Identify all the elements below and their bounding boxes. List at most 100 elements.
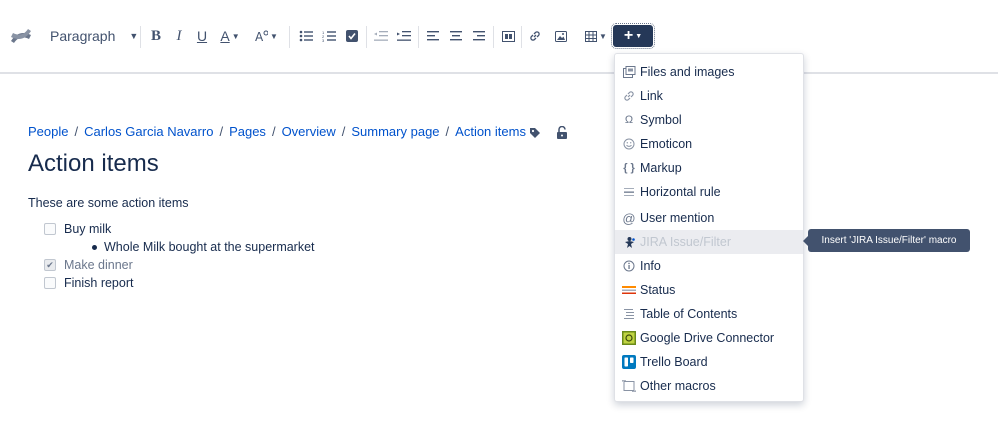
text-color-label: A (220, 28, 230, 44)
task-label: Finish report (64, 276, 134, 290)
align-center-button[interactable] (447, 24, 465, 48)
task-item[interactable]: ✔ Make dinner (44, 258, 133, 272)
bold-button[interactable]: B (147, 24, 165, 48)
align-center-icon (450, 31, 462, 41)
breadcrumb-link-current[interactable]: Action items (455, 124, 526, 139)
task-list-button[interactable] (343, 24, 361, 48)
align-left-button[interactable] (424, 24, 442, 48)
omega-icon: Ω (624, 114, 634, 126)
menu-item-google-drive-connector[interactable]: Google Drive Connector (615, 326, 803, 350)
bullet-dot (92, 244, 97, 250)
smiley-icon (622, 137, 636, 151)
paragraph-style-label: Paragraph (50, 28, 116, 44)
indent-icon (397, 31, 411, 41)
task-item[interactable]: Buy milk (44, 222, 111, 236)
intro-paragraph: These are some action items (28, 196, 189, 210)
plus-icon: + (623, 27, 634, 44)
menu-item-markup[interactable]: { } Markup (615, 156, 803, 180)
toolbar-divider (140, 26, 141, 48)
svg-text:A: A (255, 30, 264, 43)
tooltip: Insert 'JIRA Issue/Filter' macro (803, 229, 970, 252)
insert-more-button[interactable]: + ▼ (611, 23, 655, 49)
toolbar-divider (289, 26, 290, 48)
outdent-icon (374, 31, 388, 41)
toolbar-divider (418, 26, 419, 48)
breadcrumb-link-user[interactable]: Carlos Garcia Navarro (84, 124, 213, 139)
numbered-list-button[interactable]: 123 (320, 24, 338, 48)
breadcrumb: People / Carlos Garcia Navarro / Pages / Ov… (28, 124, 526, 139)
page-layout-button[interactable] (499, 24, 517, 48)
breadcrumb-link-pages[interactable]: Pages (229, 124, 266, 139)
svg-text:3: 3 (322, 38, 325, 42)
breadcrumb-link-summary[interactable]: Summary page (351, 124, 439, 139)
task-label: Buy milk (64, 222, 112, 236)
chevron-down-icon: ▼ (129, 31, 139, 41)
menu-item-files-and-images[interactable]: Files and images (615, 60, 803, 84)
breadcrumb-link-overview[interactable]: Overview (282, 124, 336, 139)
menu-item-horizontal-rule[interactable]: Horizontal rule (615, 180, 803, 204)
checkbox-icon (346, 30, 358, 42)
task-item[interactable]: Finish report (44, 276, 133, 290)
bullet-list-icon (299, 30, 313, 42)
text-format-icon: A (255, 30, 269, 43)
align-left-icon (427, 31, 439, 41)
confluence-logo-icon[interactable] (8, 24, 34, 48)
page-title: Action items (28, 150, 159, 177)
status-icon (622, 283, 636, 297)
italic-button[interactable]: I (170, 24, 188, 48)
insert-table-dropdown[interactable]: ▼ (583, 24, 609, 48)
trello-icon (622, 355, 636, 369)
jira-icon (622, 235, 636, 249)
indent-button[interactable] (395, 24, 413, 48)
insert-image-button[interactable] (552, 24, 570, 48)
chevron-down-icon: ▼ (270, 31, 278, 41)
link-icon (622, 89, 636, 103)
menu-item-status[interactable]: Status (615, 278, 803, 302)
insert-link-button[interactable] (526, 24, 544, 48)
menu-item-user-mention[interactable]: @ User mention (615, 206, 803, 230)
menu-item-table-of-contents[interactable]: Table of Contents (615, 302, 803, 326)
breadcrumb-link-people[interactable]: People (28, 124, 68, 139)
underline-button[interactable]: U (193, 24, 211, 48)
align-right-button[interactable] (470, 24, 488, 48)
paragraph-style-dropdown[interactable]: Paragraph ▼ (42, 24, 138, 48)
task-checkbox[interactable] (44, 277, 56, 289)
label-tag-icon[interactable] (527, 121, 543, 145)
image-icon (555, 30, 567, 42)
text-color-button[interactable]: A ▼ (216, 24, 244, 48)
bullet-text: Whole Milk bought at the supermarket (104, 240, 315, 254)
unlock-icon[interactable] (554, 121, 570, 145)
table-icon (585, 30, 598, 42)
google-drive-icon (622, 331, 636, 345)
menu-item-emoticon[interactable]: Emoticon (615, 132, 803, 156)
macros-icon (622, 379, 636, 393)
toolbar-divider (366, 26, 367, 48)
toolbar-divider (521, 26, 522, 48)
outdent-button[interactable] (372, 24, 390, 48)
bullet-list-button[interactable] (297, 24, 315, 48)
list-item: Whole Milk bought at the supermarket (92, 240, 315, 254)
rule-icon (622, 185, 636, 199)
menu-item-other-macros[interactable]: Other macros (615, 374, 803, 398)
task-checkbox[interactable] (44, 223, 56, 235)
menu-item-symbol[interactable]: Ω Symbol (615, 108, 803, 132)
task-label: Make dinner (64, 258, 133, 272)
align-right-icon (473, 31, 485, 41)
text-format-dropdown[interactable]: A ▼ (251, 24, 281, 48)
layout-icon (501, 30, 515, 42)
menu-item-info[interactable]: Info (615, 254, 803, 278)
toc-icon (622, 307, 636, 321)
link-icon (530, 31, 540, 41)
editor-toolbar: Paragraph ▼ B I U A ▼ A ▼ 123 ▼ + ▼ (0, 0, 998, 74)
chevron-down-icon: ▼ (635, 32, 643, 40)
at-icon: @ (622, 210, 636, 226)
task-checkbox-checked[interactable]: ✔ (44, 259, 56, 271)
insert-menu: Files and images Link Ω Symbol Emoticon … (614, 53, 804, 402)
menu-item-link[interactable]: Link (615, 84, 803, 108)
chevron-down-icon: ▼ (599, 31, 607, 41)
menu-item-trello-board[interactable]: Trello Board (615, 350, 803, 374)
numbered-list-icon: 123 (322, 30, 336, 42)
markup-icon: { } (623, 162, 635, 174)
menu-item-jira-issue-filter[interactable]: JIRA Issue/Filter (615, 230, 803, 254)
info-icon (622, 259, 636, 273)
